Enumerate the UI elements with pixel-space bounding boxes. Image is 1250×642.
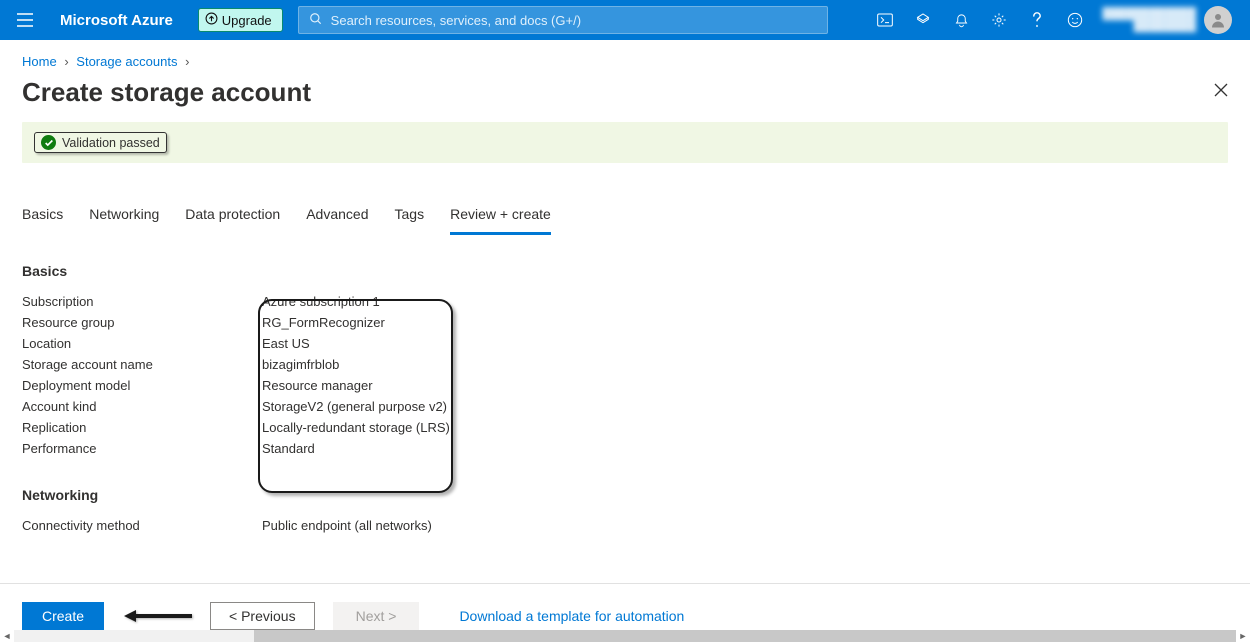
search-icon — [309, 12, 323, 29]
menu-icon[interactable] — [10, 13, 40, 27]
row-replication: Replication Locally-redundant storage (L… — [22, 417, 1228, 438]
previous-button[interactable]: < Previous — [210, 602, 315, 630]
tab-review-create[interactable]: Review + create — [450, 198, 551, 235]
value-subscription: Azure subscription 1 — [262, 294, 380, 309]
label-account-kind: Account kind — [22, 399, 262, 414]
azure-topbar: Microsoft Azure Upgrade █████ — [0, 0, 1250, 40]
account-block[interactable]: ████████████████████ — [1094, 6, 1240, 34]
tab-advanced[interactable]: Advanced — [306, 198, 368, 235]
validation-message: Validation passed — [62, 136, 160, 150]
row-account-kind: Account kind StorageV2 (general purpose … — [22, 396, 1228, 417]
upgrade-icon — [205, 12, 218, 28]
directories-icon[interactable] — [904, 0, 942, 40]
download-template-link[interactable]: Download a template for automation — [459, 608, 684, 624]
account-label: ████████████████████ — [1102, 8, 1196, 32]
value-account-kind: StorageV2 (general purpose v2) — [262, 399, 447, 414]
annotation-arrow — [122, 610, 192, 622]
breadcrumb-storage-accounts[interactable]: Storage accounts — [76, 54, 177, 69]
row-connectivity-method: Connectivity method Public endpoint (all… — [22, 515, 1228, 536]
scroll-right-icon[interactable]: ► — [1236, 630, 1250, 642]
upgrade-label: Upgrade — [222, 13, 272, 28]
label-deployment-model: Deployment model — [22, 378, 262, 393]
next-button: Next > — [333, 602, 420, 630]
scroll-track[interactable] — [14, 630, 1236, 642]
search-input[interactable] — [331, 13, 817, 28]
value-resource-group: RG_FormRecognizer — [262, 315, 385, 330]
section-title-basics: Basics — [22, 263, 1228, 279]
label-performance: Performance — [22, 441, 262, 456]
tab-data-protection[interactable]: Data protection — [185, 198, 280, 235]
wizard-footer: Create < Previous Next > Download a temp… — [0, 583, 1250, 630]
breadcrumb-home[interactable]: Home — [22, 54, 57, 69]
row-subscription: Subscription Azure subscription 1 — [22, 291, 1228, 312]
value-connectivity-method: Public endpoint (all networks) — [262, 518, 432, 533]
page-title: Create storage account — [22, 77, 311, 108]
row-location: Location East US — [22, 333, 1228, 354]
value-replication: Locally-redundant storage (LRS) — [262, 420, 450, 435]
chevron-right-icon: › — [181, 54, 193, 69]
section-title-networking: Networking — [22, 487, 1228, 503]
wizard-tabs: Basics Networking Data protection Advanc… — [22, 198, 1228, 235]
content-scroll[interactable]: Basics Networking Data protection Advanc… — [0, 178, 1250, 556]
label-replication: Replication — [22, 420, 262, 435]
upgrade-button[interactable]: Upgrade — [198, 8, 283, 32]
value-location: East US — [262, 336, 310, 351]
brand-label: Microsoft Azure — [60, 12, 173, 29]
notifications-icon[interactable] — [942, 0, 980, 40]
label-location: Location — [22, 336, 262, 351]
label-resource-group: Resource group — [22, 315, 262, 330]
label-storage-account-name: Storage account name — [22, 357, 262, 372]
row-performance: Performance Standard — [22, 438, 1228, 459]
scroll-left-icon[interactable]: ◄ — [0, 630, 14, 642]
scroll-thumb[interactable] — [254, 630, 1236, 642]
chevron-right-icon: › — [60, 54, 72, 69]
row-storage-account-name: Storage account name bizagimfrblob — [22, 354, 1228, 375]
check-icon — [41, 135, 56, 150]
row-resource-group: Resource group RG_FormRecognizer — [22, 312, 1228, 333]
tab-tags[interactable]: Tags — [395, 198, 425, 235]
validation-banner: Validation passed — [22, 122, 1228, 163]
label-subscription: Subscription — [22, 294, 262, 309]
feedback-icon[interactable] — [1056, 0, 1094, 40]
label-connectivity-method: Connectivity method — [22, 518, 262, 533]
value-performance: Standard — [262, 441, 315, 456]
topbar-right: ████████████████████ — [866, 0, 1240, 40]
value-storage-account-name: bizagimfrblob — [262, 357, 339, 372]
cloud-shell-icon[interactable] — [866, 0, 904, 40]
tab-networking[interactable]: Networking — [89, 198, 159, 235]
close-icon[interactable] — [1214, 83, 1228, 102]
value-deployment-model: Resource manager — [262, 378, 373, 393]
settings-icon[interactable] — [980, 0, 1018, 40]
avatar-icon — [1204, 6, 1232, 34]
validation-badge: Validation passed — [34, 132, 167, 153]
tab-basics[interactable]: Basics — [22, 198, 63, 235]
breadcrumb: Home › Storage accounts › — [0, 40, 1250, 69]
create-button[interactable]: Create — [22, 602, 104, 630]
help-icon[interactable] — [1018, 0, 1056, 40]
search-box[interactable] — [298, 6, 828, 34]
row-deployment-model: Deployment model Resource manager — [22, 375, 1228, 396]
horizontal-scrollbar[interactable]: ◄ ► — [0, 630, 1250, 642]
page-header: Create storage account — [0, 69, 1250, 122]
